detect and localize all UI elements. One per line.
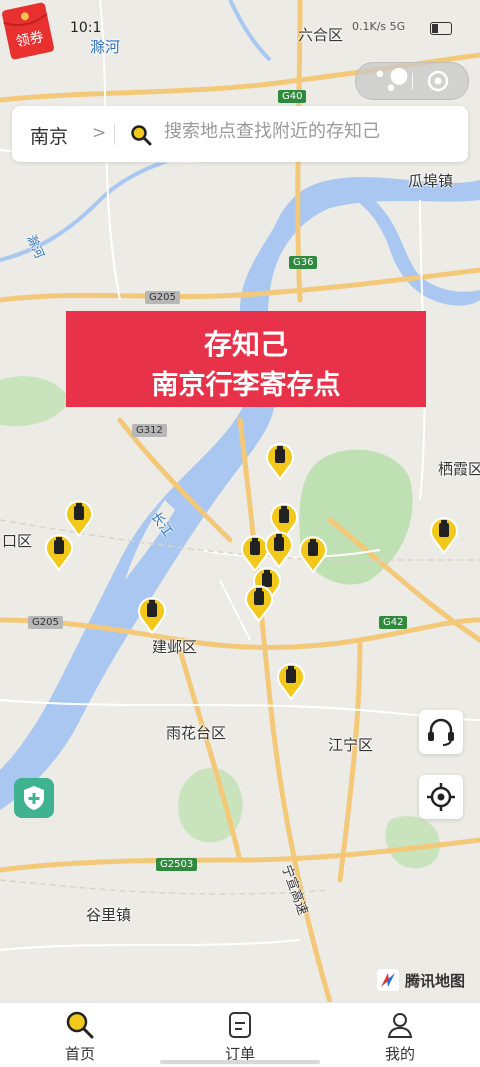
tab-profile[interactable]: 我的 bbox=[340, 1003, 460, 1067]
storage-pin-icon[interactable] bbox=[244, 582, 274, 622]
tab-home[interactable]: 首页 bbox=[20, 1003, 140, 1067]
road-shield-g42: G42 bbox=[379, 616, 408, 629]
map-label-yuhuatai: 雨花台区 bbox=[166, 724, 227, 742]
storage-pin-icon[interactable] bbox=[137, 594, 167, 634]
search-icon bbox=[66, 1011, 94, 1039]
road-shield-g40: G40 bbox=[278, 90, 307, 103]
close-miniprogram-icon[interactable] bbox=[426, 69, 450, 93]
road-shield-g312: G312 bbox=[132, 424, 167, 437]
road-shield-g205-2: G205 bbox=[28, 616, 63, 629]
map-label-jiangning: 江宁区 bbox=[328, 736, 374, 754]
bottom-tab-bar: 首页 订单 我的 bbox=[0, 1002, 480, 1067]
city-selector[interactable]: 南京 bbox=[30, 122, 68, 149]
battery-icon bbox=[430, 22, 452, 35]
banner-title: 存知己 bbox=[203, 328, 288, 361]
search-divider bbox=[114, 123, 115, 145]
search-input[interactable] bbox=[162, 120, 456, 143]
storage-pin-icon[interactable] bbox=[298, 533, 328, 573]
shield-icon bbox=[24, 786, 44, 810]
tencent-map-logo-icon bbox=[377, 969, 399, 991]
more-options-icon[interactable]: • ● • bbox=[370, 65, 410, 101]
map-label-qixia: 栖霞区 bbox=[438, 460, 480, 478]
tab-profile-label: 我的 bbox=[384, 1045, 415, 1063]
road-shield-g2503: G2503 bbox=[156, 858, 198, 871]
search-icon bbox=[131, 125, 152, 146]
status-bar: 10:1 0.1K/s 5G bbox=[0, 14, 480, 48]
search-bar: 南京 > bbox=[12, 106, 468, 162]
customer-service-button[interactable] bbox=[419, 710, 463, 754]
map-label-kou: 口区 bbox=[2, 532, 33, 550]
map-provider-name: 腾讯地图 bbox=[405, 972, 466, 990]
map-label-guli: 谷里镇 bbox=[86, 906, 132, 924]
miniprogram-capsule: • ● • bbox=[355, 62, 469, 101]
storage-pin-icon[interactable] bbox=[44, 531, 74, 571]
chevron-right-icon[interactable]: > bbox=[92, 123, 106, 143]
map-label-guabu: 瓜埠镇 bbox=[408, 172, 454, 190]
banner-subtitle: 南京行李寄存点 bbox=[151, 370, 341, 401]
home-indicator bbox=[160, 1060, 320, 1064]
profile-icon bbox=[387, 1013, 413, 1038]
status-network: 0.1K/s 5G bbox=[352, 20, 406, 33]
promo-banner: 存知己 南京行李寄存点 bbox=[66, 311, 426, 407]
storage-pin-icon[interactable] bbox=[265, 440, 295, 480]
crosshair-icon bbox=[427, 783, 455, 811]
order-icon bbox=[229, 1012, 251, 1038]
storage-pin-icon[interactable] bbox=[429, 514, 459, 554]
storage-pin-icon[interactable] bbox=[264, 528, 294, 568]
map-label-jianye: 建邺区 bbox=[152, 638, 198, 656]
tab-orders[interactable]: 订单 bbox=[180, 1003, 300, 1067]
road-shield-g36: G36 bbox=[289, 256, 318, 269]
safety-shield-button[interactable] bbox=[14, 778, 54, 818]
headset-icon bbox=[428, 718, 454, 746]
tab-home-label: 首页 bbox=[64, 1045, 95, 1063]
status-time: 10:1 bbox=[70, 20, 102, 36]
storage-pin-icon[interactable] bbox=[276, 660, 306, 700]
capsule-divider bbox=[412, 73, 413, 90]
road-shield-g205: G205 bbox=[145, 291, 180, 304]
locate-me-button[interactable] bbox=[419, 775, 463, 819]
